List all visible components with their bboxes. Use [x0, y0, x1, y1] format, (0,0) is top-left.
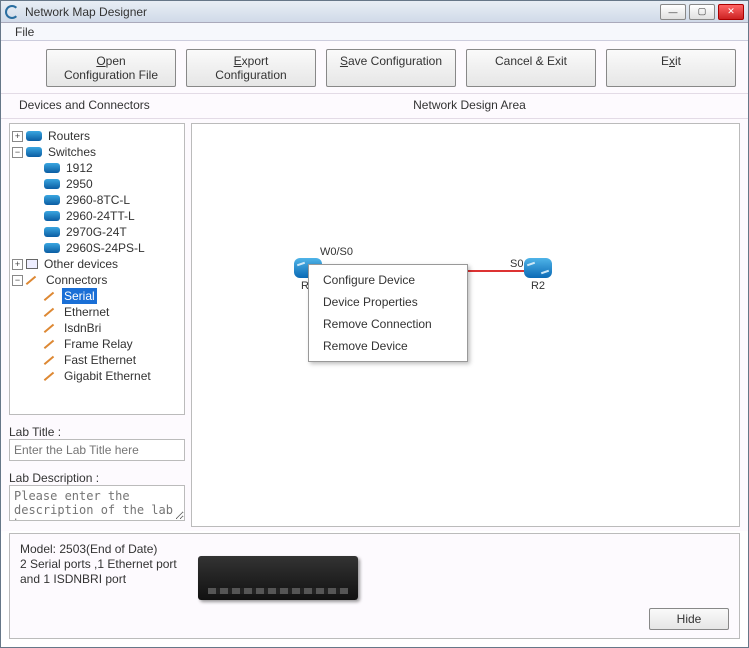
collapse-icon[interactable]: −: [12, 275, 23, 286]
device-label: R2: [518, 280, 558, 292]
tree-connector-item[interactable]: Ethernet: [12, 304, 182, 320]
tree-switches[interactable]: − Switches: [12, 144, 182, 160]
lab-desc-label: Lab Description :: [9, 471, 185, 485]
cancel-exit-button[interactable]: Cancel & Exit: [466, 49, 596, 87]
connector-icon: [44, 338, 58, 350]
device-r2[interactable]: R2: [518, 258, 558, 292]
router-icon: [26, 131, 42, 141]
model-line: Model: 2503(End of Date): [20, 542, 180, 557]
model-info: Model: 2503(End of Date) 2 Serial ports …: [20, 542, 180, 587]
lab-title-input[interactable]: [9, 439, 185, 461]
main-row: + Routers − Switches 191229502960-8TC-L2…: [1, 119, 748, 531]
tree-switch-item[interactable]: 2970G-24T: [12, 224, 182, 240]
switch-icon: [44, 179, 60, 189]
expand-icon[interactable]: +: [12, 259, 23, 270]
context-menu-item[interactable]: Device Properties: [309, 291, 467, 313]
titlebar: Network Map Designer — ▢ ✕: [1, 1, 748, 23]
connector-icon: [44, 306, 58, 318]
tree-switch-item[interactable]: 2950: [12, 176, 182, 192]
tree-connector-item[interactable]: Gigabit Ethernet: [12, 368, 182, 384]
device-photo: [198, 556, 358, 600]
tree-connectors[interactable]: − Connectors: [12, 272, 182, 288]
pc-icon: [26, 259, 38, 269]
connector-icon: [44, 370, 58, 382]
tree-switch-item[interactable]: 2960-24TT-L: [12, 208, 182, 224]
model-line: 2 Serial ports ,1 Ethernet port and 1 IS…: [20, 557, 180, 587]
context-menu-item[interactable]: Remove Device: [309, 335, 467, 357]
window-controls: — ▢ ✕: [660, 4, 744, 20]
hide-button[interactable]: Hide: [649, 608, 729, 630]
switch-icon: [44, 163, 60, 173]
export-config-button[interactable]: Export Configuration: [186, 49, 316, 87]
device-tree[interactable]: + Routers − Switches 191229502960-8TC-L2…: [9, 123, 185, 415]
section-headers: Devices and Connectors Network Design Ar…: [1, 94, 748, 119]
connector-icon: [44, 354, 58, 366]
open-config-button[interactable]: Open Configuration File: [46, 49, 176, 87]
switch-icon: [44, 195, 60, 205]
context-menu: Configure DeviceDevice PropertiesRemove …: [308, 264, 468, 362]
port-label-w0s0: W0/S0: [320, 246, 353, 258]
switch-icon: [44, 211, 60, 221]
design-canvas[interactable]: W0/S0 S0 R1 R2 Configure DeviceDevice Pr…: [191, 123, 740, 527]
menu-file[interactable]: File: [9, 25, 40, 39]
context-menu-item[interactable]: Configure Device: [309, 269, 467, 291]
context-menu-item[interactable]: Remove Connection: [309, 313, 467, 335]
lab-desc-input[interactable]: [9, 485, 185, 521]
left-column: + Routers − Switches 191229502960-8TC-L2…: [1, 119, 191, 531]
app-window: Network Map Designer — ▢ ✕ File Open Con…: [0, 0, 749, 648]
tree-connector-item[interactable]: Frame Relay: [12, 336, 182, 352]
details-panel: Model: 2503(End of Date) 2 Serial ports …: [9, 533, 740, 639]
tree-connector-item[interactable]: Fast Ethernet: [12, 352, 182, 368]
exit-button[interactable]: Exit: [606, 49, 736, 87]
connector-icon: [26, 274, 40, 286]
connector-icon: [44, 290, 58, 302]
tree-switch-item[interactable]: 1912: [12, 160, 182, 176]
toolbar: Open Configuration File Export Configura…: [1, 41, 748, 94]
app-icon: [5, 5, 19, 19]
tree-connector-item[interactable]: Serial: [12, 288, 182, 304]
connector-icon: [44, 322, 58, 334]
switch-icon: [44, 243, 60, 253]
minimize-button[interactable]: —: [660, 4, 686, 20]
close-button[interactable]: ✕: [718, 4, 744, 20]
tree-connector-item[interactable]: IsdnBri: [12, 320, 182, 336]
collapse-icon[interactable]: −: [12, 147, 23, 158]
lab-title-label: Lab Title :: [9, 425, 185, 439]
window-title: Network Map Designer: [25, 5, 660, 19]
maximize-button[interactable]: ▢: [689, 4, 715, 20]
tree-other-devices[interactable]: + Other devices: [12, 256, 182, 272]
devices-header: Devices and Connectors: [1, 94, 191, 118]
switch-icon: [26, 147, 42, 157]
tree-routers[interactable]: + Routers: [12, 128, 182, 144]
menubar: File: [1, 23, 748, 41]
design-area-header: Network Design Area: [191, 94, 748, 118]
switch-icon: [44, 227, 60, 237]
tree-switch-item[interactable]: 2960-8TC-L: [12, 192, 182, 208]
router-icon: [524, 258, 552, 278]
expand-icon[interactable]: +: [12, 131, 23, 142]
tree-switch-item[interactable]: 2960S-24PS-L: [12, 240, 182, 256]
save-config-button[interactable]: Save Configuration: [326, 49, 456, 87]
